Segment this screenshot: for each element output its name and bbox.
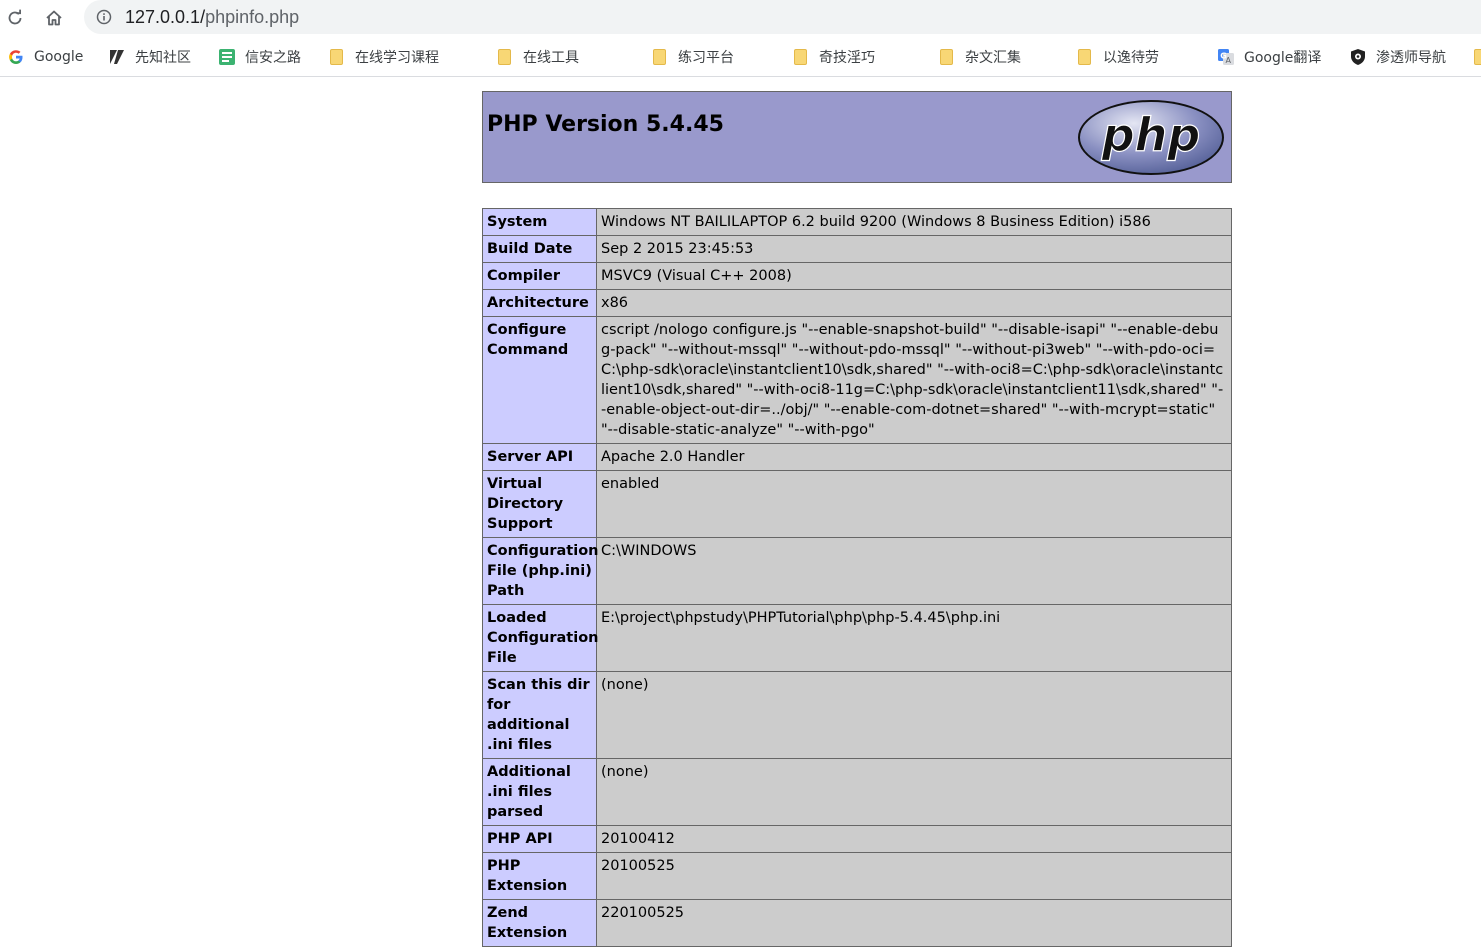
folder-icon — [1472, 48, 1481, 66]
folder-icon — [328, 48, 346, 66]
row-value: MSVC9 (Visual C++ 2008) — [596, 262, 1232, 290]
php-version-header: PHP Version 5.4.45 php — [482, 91, 1232, 183]
home-icon — [46, 10, 62, 26]
row-key: Compiler — [482, 262, 597, 290]
php-logo[interactable]: php — [1077, 99, 1225, 176]
bookmark-label: Google翻译 — [1244, 50, 1322, 66]
bookmark-label: 练习平台 — [678, 50, 734, 66]
row-value: Windows NT BAILILAPTOP 6.2 build 9200 (W… — [596, 208, 1232, 236]
table-row: Additional .ini files parsed (none) — [482, 758, 1232, 826]
row-value: enabled — [596, 470, 1232, 538]
table-row: Build Date Sep 2 2015 23:45:53 — [482, 235, 1232, 263]
xinan-icon — [218, 48, 236, 66]
bookmark-label: 先知社区 — [135, 50, 191, 66]
bookmark-folder-courses[interactable]: 在线学习课程 — [328, 46, 439, 68]
folder-icon — [792, 48, 810, 66]
home-button[interactable] — [42, 6, 66, 30]
bookmark-label: Google — [34, 49, 84, 65]
bookmark-xianzhi[interactable]: 先知社区 — [108, 46, 191, 68]
row-value: E:\project\phpstudy\PHPTutorial\php\php-… — [596, 604, 1232, 672]
bookmark-folder-tools[interactable]: 在线工具 — [496, 46, 579, 68]
bookmark-google-translate[interactable]: G A Google翻译 — [1217, 46, 1321, 68]
row-key: Server API — [482, 443, 597, 471]
table-row: Configuration File (php.ini) Path C:\WIND… — [482, 537, 1232, 605]
table-row: Zend Extension 220100525 — [482, 899, 1232, 947]
table-row: Loaded Configuration File E:\project\phps… — [482, 604, 1232, 672]
table-row: Compiler MSVC9 (Visual C++ 2008) — [482, 262, 1232, 290]
table-row: PHP Extension 20100525 — [482, 852, 1232, 900]
row-value: cscript /nologo configure.js "--enable-s… — [596, 316, 1232, 444]
row-value: (none) — [596, 671, 1232, 759]
shield-icon — [1349, 48, 1367, 66]
omnibox[interactable]: 127.0.0.1/phpinfo.php — [84, 0, 1481, 34]
row-value: 20100525 — [596, 852, 1232, 900]
bookmark-label: 杂文汇集 — [965, 50, 1021, 66]
folder-icon — [496, 48, 514, 66]
bookmark-overflow-folder[interactable] — [1472, 46, 1481, 68]
bookmark-label: 奇技淫巧 — [819, 50, 875, 66]
folder-icon — [1076, 48, 1094, 66]
php-logo-text: php — [1101, 108, 1201, 162]
row-key: Configure Command — [482, 316, 597, 444]
bookmark-google[interactable]: Google — [7, 46, 83, 68]
bookmark-pentest-nav[interactable]: 渗透师导航 — [1349, 46, 1446, 68]
bookmark-label: 以逸待劳 — [1103, 50, 1159, 66]
reload-button[interactable] — [3, 6, 27, 30]
google-translate-icon: G A — [1217, 48, 1235, 66]
bookmark-folder-practice[interactable]: 练习平台 — [651, 46, 734, 68]
page-title: PHP Version 5.4.45 — [487, 112, 724, 137]
row-key: Configuration File (php.ini) Path — [482, 537, 599, 605]
xianzhi-icon — [108, 48, 126, 66]
row-key: Zend Extension — [482, 899, 597, 947]
phpinfo-page: PHP Version 5.4.45 php System Windows NT … — [482, 91, 1232, 947]
row-value: C:\WINDOWS — [596, 537, 1232, 605]
row-value: 20100412 — [596, 825, 1232, 853]
reload-icon — [8, 9, 22, 25]
bookmark-folder-yiyi[interactable]: 以逸待劳 — [1076, 46, 1159, 68]
row-key: Additional .ini files parsed — [482, 758, 597, 826]
bookmark-folder-misc[interactable]: 杂文汇集 — [938, 46, 1021, 68]
google-icon — [7, 48, 25, 66]
bookmark-label: 信安之路 — [245, 50, 301, 66]
bookmark-label: 渗透师导航 — [1376, 50, 1446, 66]
row-key: System — [482, 208, 597, 236]
url-host: 127.0.0.1/ — [125, 7, 206, 27]
row-key: Architecture — [482, 289, 597, 317]
row-key: PHP Extension — [482, 852, 597, 900]
site-info-icon[interactable] — [96, 9, 112, 25]
url-path: phpinfo.php — [205, 7, 300, 27]
table-row: Virtual Directory Support enabled — [482, 470, 1232, 538]
row-value: Sep 2 2015 23:45:53 — [596, 235, 1232, 263]
table-row: Scan this dir for additional .ini files(… — [482, 671, 1232, 759]
row-key: Loaded Configuration File — [482, 604, 599, 672]
row-key: PHP API — [482, 825, 597, 853]
bookmark-label: 在线工具 — [523, 50, 579, 66]
url-text[interactable]: 127.0.0.1/phpinfo.php — [125, 5, 299, 29]
row-value: Apache 2.0 Handler — [596, 443, 1232, 471]
folder-icon — [938, 48, 956, 66]
row-value: (none) — [596, 758, 1232, 826]
table-row: Configure Command cscript /nologo configu… — [482, 316, 1232, 444]
table-row: Architecture x86 — [482, 289, 1232, 317]
bookmarks-bar: Google 先知社区 信安之路 在线学习课程 在线工具 练习平台 奇技淫巧 杂… — [0, 38, 1481, 77]
table-row: System Windows NT BAILILAPTOP 6.2 build 9… — [482, 208, 1232, 236]
bookmark-folder-tricks[interactable]: 奇技淫巧 — [792, 46, 875, 68]
bookmark-xinan[interactable]: 信安之路 — [218, 46, 301, 68]
folder-icon — [651, 48, 669, 66]
table-row: PHP API 20100412 — [482, 825, 1232, 853]
row-key: Scan this dir for additional .ini files — [482, 671, 597, 759]
bookmark-label: 在线学习课程 — [355, 50, 439, 66]
address-row: 127.0.0.1/phpinfo.php — [0, 0, 1481, 36]
row-value: x86 — [596, 289, 1232, 317]
table-row: Server API Apache 2.0 Handler — [482, 443, 1232, 471]
row-value: 220100525 — [596, 899, 1232, 947]
svg-text:A: A — [1226, 56, 1232, 65]
row-key: Build Date — [482, 235, 597, 263]
phpinfo-table: System Windows NT BAILILAPTOP 6.2 build 9… — [482, 208, 1232, 947]
row-key: Virtual Directory Support — [482, 470, 597, 538]
